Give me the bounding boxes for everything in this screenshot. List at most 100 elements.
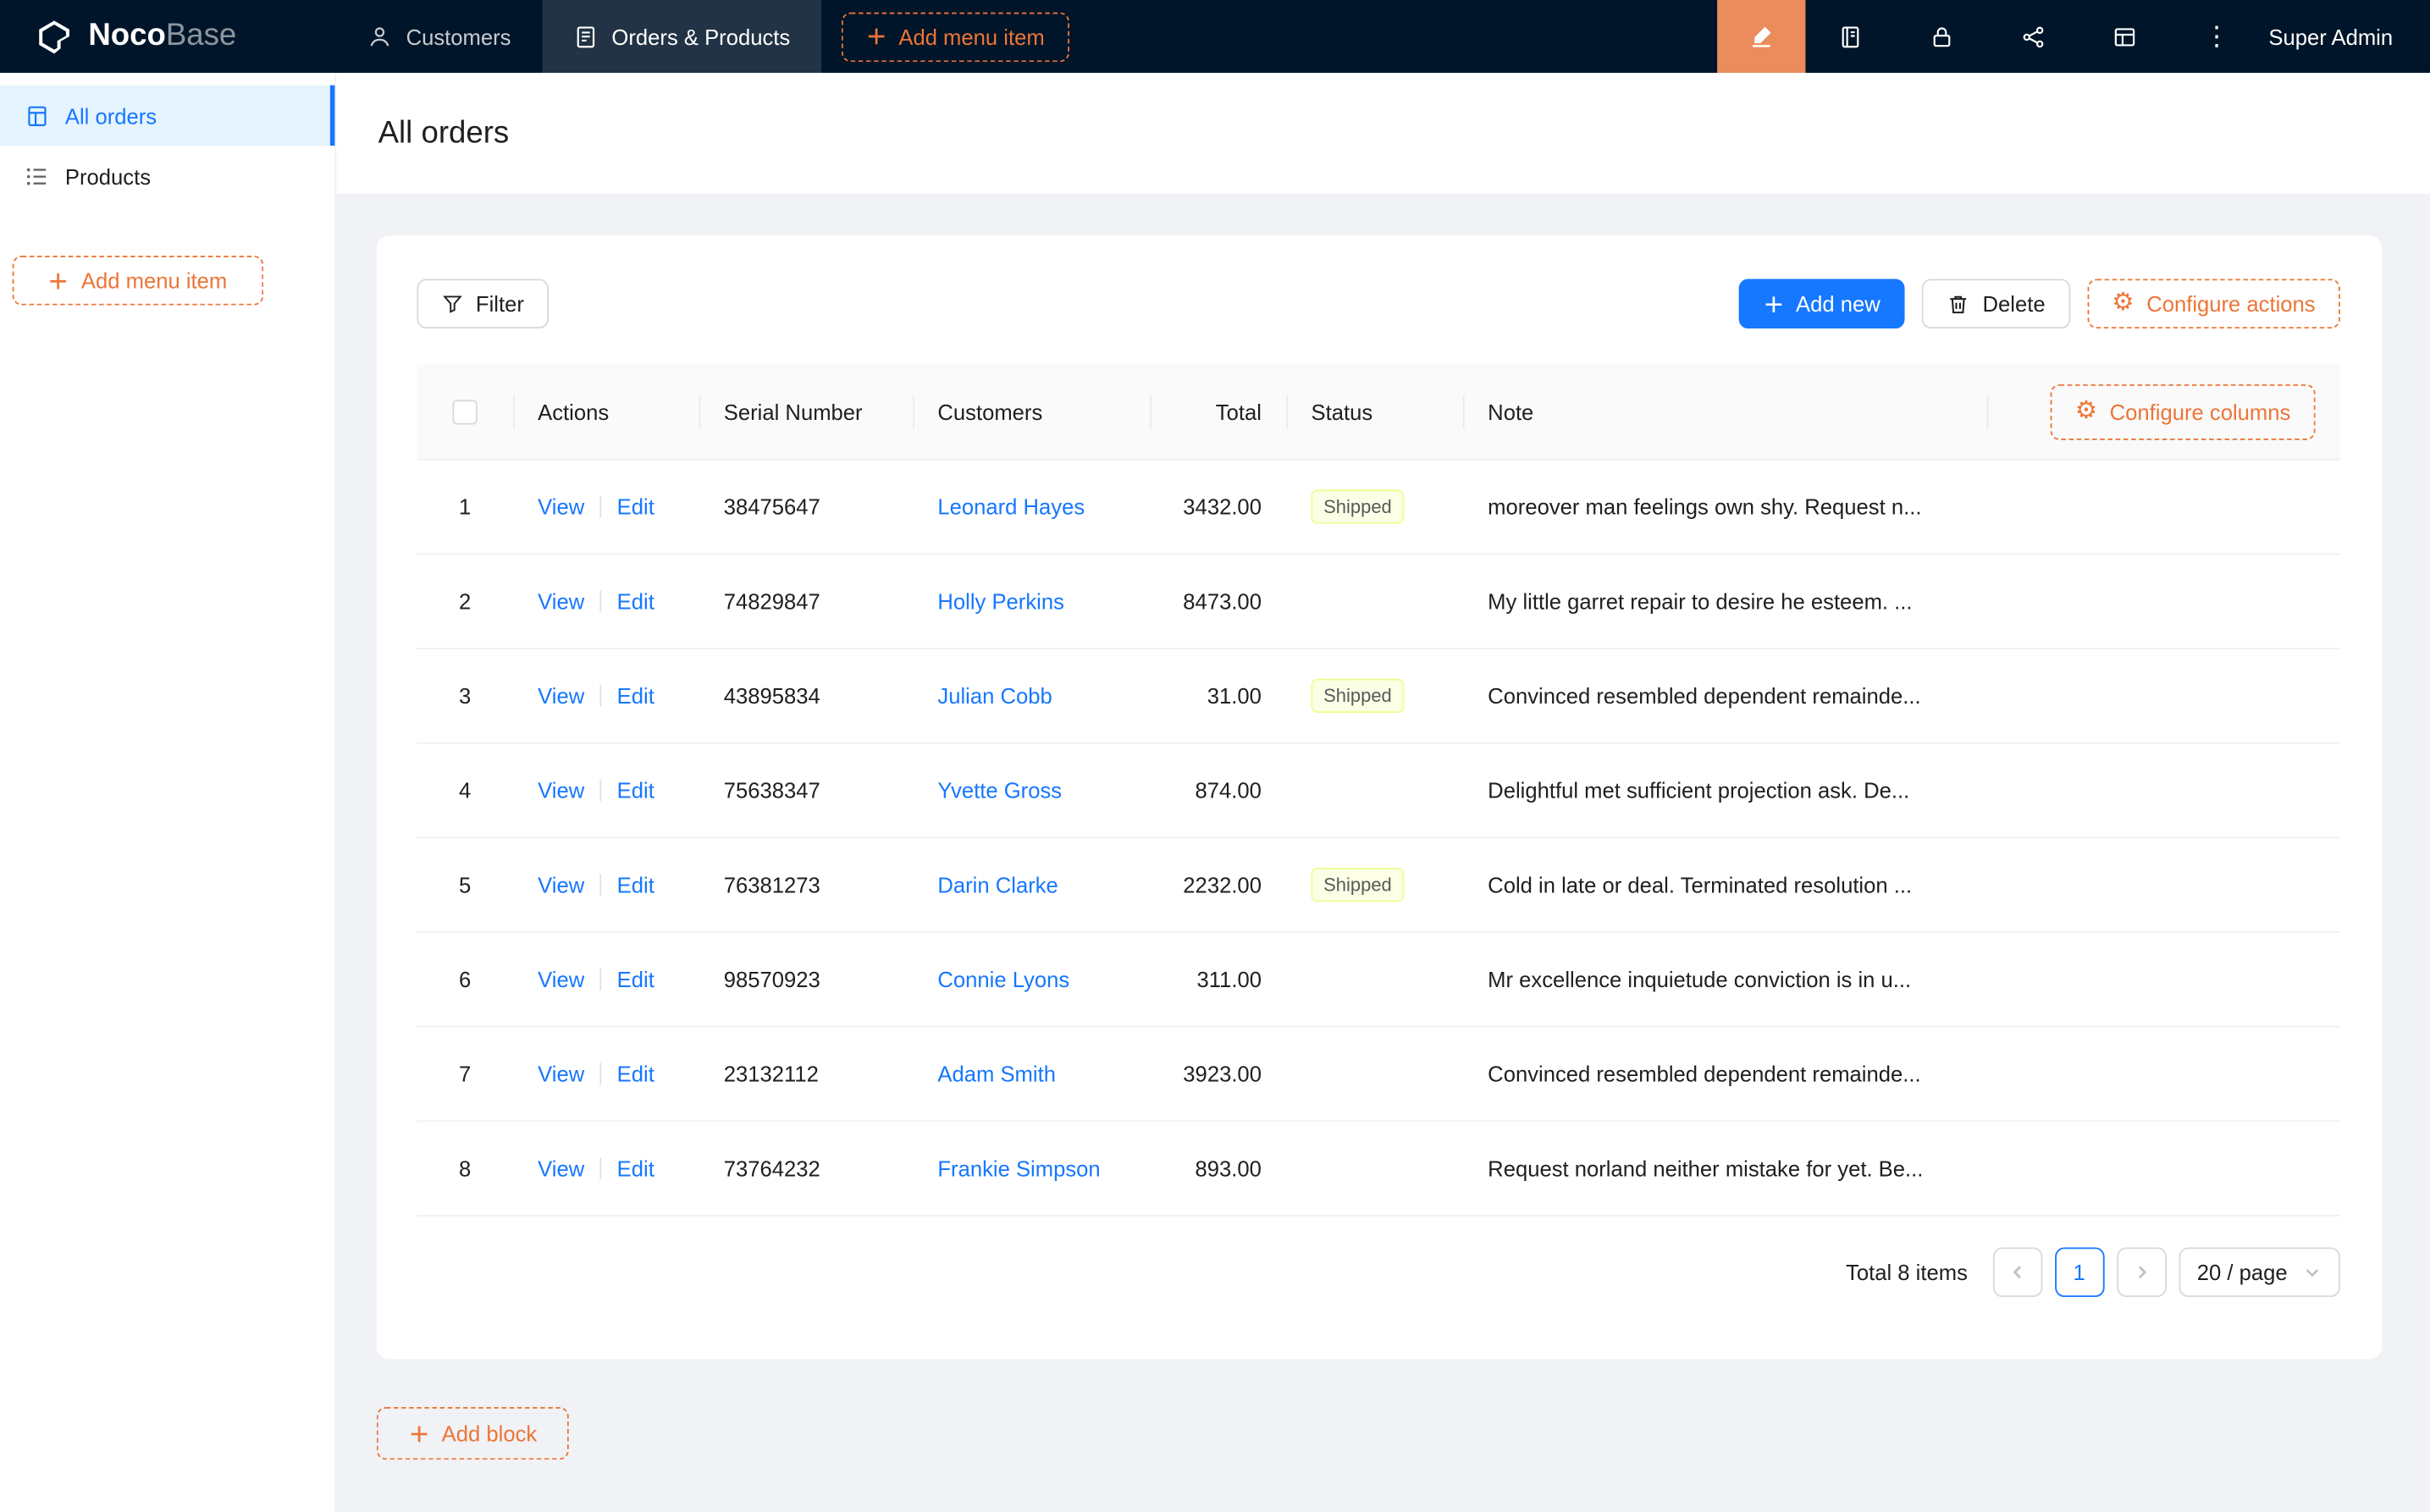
row-index: 2 bbox=[459, 589, 471, 614]
edit-link[interactable]: Edit bbox=[617, 1062, 654, 1086]
page-title: All orders bbox=[378, 115, 510, 151]
pagination-next-button[interactable] bbox=[2117, 1247, 2167, 1297]
top-nav: Customers Orders & Products bbox=[336, 0, 821, 73]
total-cell: 3432.00 bbox=[1150, 461, 1286, 555]
api-doc-button[interactable] bbox=[1805, 0, 1897, 73]
layout: All orders Products Add menu item All or… bbox=[0, 73, 2430, 1512]
total-cell: 2232.00 bbox=[1150, 838, 1286, 933]
sidebar-item-products[interactable]: Products bbox=[0, 146, 334, 206]
customers-icon bbox=[367, 24, 392, 48]
chevron-down-icon bbox=[2303, 1263, 2322, 1282]
customer-link[interactable]: Leonard Hayes bbox=[937, 494, 1085, 519]
add-block-button[interactable]: Add block bbox=[377, 1407, 570, 1460]
edit-link[interactable]: Edit bbox=[617, 494, 654, 519]
status-badge: Shipped bbox=[1312, 489, 1405, 523]
action-divider bbox=[600, 968, 602, 991]
edit-link[interactable]: Edit bbox=[617, 873, 654, 897]
view-link[interactable]: View bbox=[538, 778, 584, 803]
serial-number-cell: 43895834 bbox=[699, 649, 914, 744]
ui-editor-button[interactable] bbox=[1717, 0, 1805, 73]
more-button[interactable]: ⋮ bbox=[2171, 0, 2262, 73]
edit-link[interactable]: Edit bbox=[617, 683, 654, 708]
security-button[interactable] bbox=[1897, 0, 1988, 73]
products-list-icon bbox=[25, 163, 49, 188]
customer-link[interactable]: Holly Perkins bbox=[937, 589, 1064, 614]
customer-link[interactable]: Adam Smith bbox=[937, 1062, 1056, 1086]
action-divider bbox=[600, 496, 602, 518]
add-new-button[interactable]: Add new bbox=[1738, 279, 1905, 328]
edit-link[interactable]: Edit bbox=[617, 778, 654, 803]
action-divider bbox=[600, 780, 602, 802]
page-size-select[interactable]: 20 / page bbox=[2179, 1247, 2340, 1297]
plus-icon bbox=[48, 270, 69, 290]
note-cell: moreover man feelings own shy. Request n… bbox=[1463, 461, 1987, 555]
table-row: 3 ViewEdit 43895834 Julian Cobb 31.00 Sh… bbox=[417, 649, 2340, 744]
note-cell: My little garret repair to desire he est… bbox=[1463, 555, 1987, 649]
customer-link[interactable]: Connie Lyons bbox=[937, 967, 1069, 991]
total-cell: 31.00 bbox=[1150, 649, 1286, 744]
row-index: 4 bbox=[459, 778, 471, 803]
table-body: 1 ViewEdit 38475647 Leonard Hayes 3432.0… bbox=[417, 461, 2340, 1217]
orders-table-block: Filter Add new bbox=[377, 235, 2383, 1359]
plugin-button[interactable] bbox=[1988, 0, 2079, 73]
nocobase-logo[interactable]: NocoBase bbox=[0, 0, 336, 73]
nav-item-orders-products[interactable]: Orders & Products bbox=[542, 0, 821, 73]
column-header-note: Note bbox=[1463, 364, 1987, 460]
view-link[interactable]: View bbox=[538, 494, 584, 519]
view-link[interactable]: View bbox=[538, 967, 584, 991]
configure-actions-button[interactable]: ⚙ Configure actions bbox=[2087, 279, 2340, 328]
serial-number-cell: 23132112 bbox=[699, 1028, 914, 1123]
note-cell: Mr excellence inquietude conviction is i… bbox=[1463, 933, 1987, 1028]
serial-number-cell: 73764232 bbox=[699, 1122, 914, 1217]
lock-icon bbox=[1930, 24, 1954, 48]
customer-link[interactable]: Darin Clarke bbox=[937, 873, 1058, 897]
table-row: 7 ViewEdit 23132112 Adam Smith 3923.00 C… bbox=[417, 1028, 2340, 1123]
sidebar-item-all-orders[interactable]: All orders bbox=[0, 86, 334, 146]
edit-link[interactable]: Edit bbox=[617, 967, 654, 991]
view-link[interactable]: View bbox=[538, 873, 584, 897]
note-cell: Request norland neither mistake for yet.… bbox=[1463, 1122, 1987, 1217]
sidebar-item-label: Products bbox=[65, 163, 151, 188]
logo-mark-icon bbox=[34, 16, 75, 57]
status-badge: Shipped bbox=[1312, 868, 1405, 902]
gear-icon: ⚙ bbox=[2075, 399, 2097, 423]
edit-link[interactable]: Edit bbox=[617, 1156, 654, 1180]
pagination-page-1[interactable]: 1 bbox=[2054, 1247, 2104, 1297]
nav-item-customers[interactable]: Customers bbox=[336, 0, 542, 73]
total-cell: 893.00 bbox=[1150, 1122, 1286, 1217]
pagination-prev-button[interactable] bbox=[1992, 1247, 2042, 1297]
status-badge: Shipped bbox=[1312, 679, 1405, 713]
action-divider bbox=[600, 685, 602, 707]
chevron-right-icon bbox=[2132, 1263, 2151, 1282]
serial-number-cell: 75638347 bbox=[699, 744, 914, 839]
row-index: 6 bbox=[459, 967, 471, 991]
plus-icon bbox=[1764, 294, 1784, 314]
action-divider bbox=[600, 874, 602, 896]
sidebar-item-label: All orders bbox=[65, 103, 157, 128]
current-user[interactable]: Super Admin bbox=[2268, 24, 2393, 48]
sidebar-add-menu-item-button[interactable]: Add menu item bbox=[13, 256, 264, 306]
action-divider bbox=[600, 1157, 602, 1179]
total-cell: 874.00 bbox=[1150, 744, 1286, 839]
select-all-checkbox[interactable] bbox=[452, 400, 477, 425]
column-header-customers: Customers bbox=[913, 364, 1150, 460]
customer-link[interactable]: Frankie Simpson bbox=[937, 1156, 1100, 1180]
view-link[interactable]: View bbox=[538, 683, 584, 708]
view-link[interactable]: View bbox=[538, 1062, 584, 1086]
gear-icon: ⚙ bbox=[2112, 291, 2134, 316]
delete-button[interactable]: Delete bbox=[1922, 279, 2070, 328]
plus-icon bbox=[866, 26, 886, 47]
filter-button[interactable]: Filter bbox=[417, 279, 549, 328]
view-link[interactable]: View bbox=[538, 1156, 584, 1180]
header-add-menu-item-button[interactable]: Add menu item bbox=[842, 12, 1069, 62]
toolbar-right: Add new Delete ⚙ Configure actions bbox=[1738, 279, 2340, 328]
settings-center-button[interactable] bbox=[2079, 0, 2171, 73]
more-icon: ⋮ bbox=[2204, 23, 2230, 49]
customer-link[interactable]: Yvette Gross bbox=[937, 778, 1062, 803]
customer-link[interactable]: Julian Cobb bbox=[937, 683, 1052, 708]
view-link[interactable]: View bbox=[538, 589, 584, 614]
action-divider bbox=[600, 590, 602, 612]
highlighter-icon bbox=[1748, 23, 1774, 49]
configure-columns-button[interactable]: ⚙ Configure columns bbox=[2050, 384, 2315, 439]
edit-link[interactable]: Edit bbox=[617, 589, 654, 614]
